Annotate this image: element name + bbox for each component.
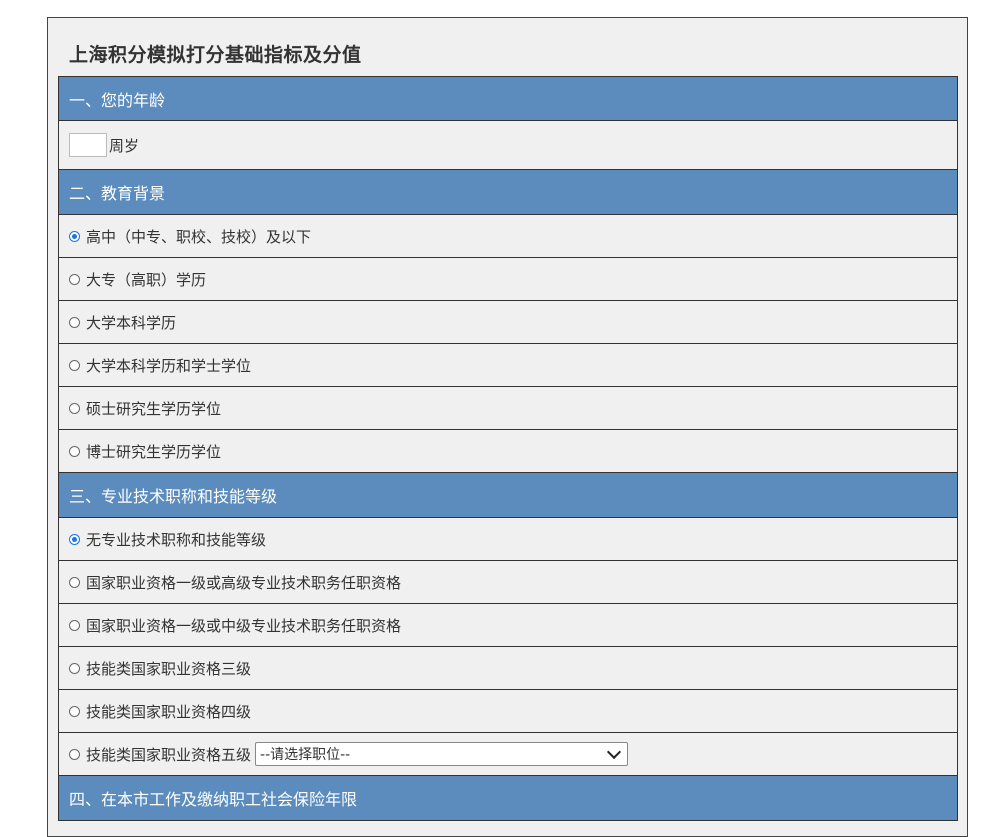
- option-label: 无专业技术职称和技能等级: [86, 530, 267, 549]
- position-select[interactable]: --请选择职位--: [255, 742, 629, 766]
- age-unit-label: 周岁: [109, 136, 140, 155]
- education-option[interactable]: 高中（中专、职校、技校）及以下: [58, 215, 958, 258]
- option-label: 大专（高职）学历: [86, 270, 207, 289]
- option-label: 硕士研究生学历学位: [86, 399, 222, 418]
- radio-icon[interactable]: [69, 402, 80, 414]
- radio-icon[interactable]: [69, 662, 80, 674]
- title-skill-option[interactable]: 国家职业资格一级或中级专业技术职务任职资格: [58, 604, 958, 647]
- section-header-social-insurance: 四、在本市工作及缴纳职工社会保险年限: [58, 776, 958, 821]
- radio-icon[interactable]: [69, 359, 80, 371]
- radio-icon[interactable]: [69, 316, 80, 328]
- radio-icon[interactable]: [69, 705, 80, 717]
- score-form-panel: 上海积分模拟打分基础指标及分值 一、您的年龄 周岁 二、教育背景 高中（中专、职…: [47, 17, 968, 837]
- age-row: 周岁: [58, 121, 958, 170]
- option-label: 大学本科学历: [86, 313, 177, 332]
- section-header-age: 一、您的年龄: [58, 76, 958, 121]
- option-label: 国家职业资格一级或高级专业技术职务任职资格: [86, 573, 402, 592]
- option-label: 技能类国家职业资格五级: [86, 745, 252, 764]
- education-option[interactable]: 博士研究生学历学位: [58, 430, 958, 473]
- title-skill-option[interactable]: 技能类国家职业资格三级: [58, 647, 958, 690]
- section-header-title-skill: 三、专业技术职称和技能等级: [58, 473, 958, 518]
- position-select-value: --请选择职位--: [260, 747, 351, 763]
- radio-icon[interactable]: [69, 445, 80, 457]
- option-label: 大学本科学历和学士学位: [86, 356, 252, 375]
- title-skill-option[interactable]: 国家职业资格一级或高级专业技术职务任职资格: [58, 561, 958, 604]
- form-rows: 一、您的年龄 周岁 二、教育背景 高中（中专、职校、技校）及以下 大专（高职）学…: [58, 76, 958, 821]
- radio-icon[interactable]: [69, 230, 80, 242]
- radio-icon[interactable]: [69, 273, 80, 285]
- option-label: 技能类国家职业资格三级: [86, 659, 252, 678]
- page-title: 上海积分模拟打分基础指标及分值: [69, 44, 362, 66]
- radio-icon[interactable]: [69, 576, 80, 588]
- chevron-down-icon: [606, 744, 622, 760]
- education-option[interactable]: 大专（高职）学历: [58, 258, 958, 301]
- title-skill-option[interactable]: 无专业技术职称和技能等级: [58, 518, 958, 561]
- option-label: 技能类国家职业资格四级: [86, 702, 252, 721]
- option-label: 博士研究生学历学位: [86, 442, 222, 461]
- option-label: 国家职业资格一级或中级专业技术职务任职资格: [86, 616, 402, 635]
- age-input[interactable]: [69, 133, 107, 157]
- radio-icon[interactable]: [69, 619, 80, 631]
- education-option[interactable]: 大学本科学历和学士学位: [58, 344, 958, 387]
- radio-icon[interactable]: [69, 533, 80, 545]
- section-header-education: 二、教育背景: [58, 170, 958, 215]
- title-skill-option[interactable]: 技能类国家职业资格五级 --请选择职位--: [58, 733, 958, 776]
- education-option[interactable]: 大学本科学历: [58, 301, 958, 344]
- title-skill-option[interactable]: 技能类国家职业资格四级: [58, 690, 958, 733]
- education-option[interactable]: 硕士研究生学历学位: [58, 387, 958, 430]
- radio-icon[interactable]: [69, 748, 80, 760]
- option-label: 高中（中专、职校、技校）及以下: [86, 227, 312, 246]
